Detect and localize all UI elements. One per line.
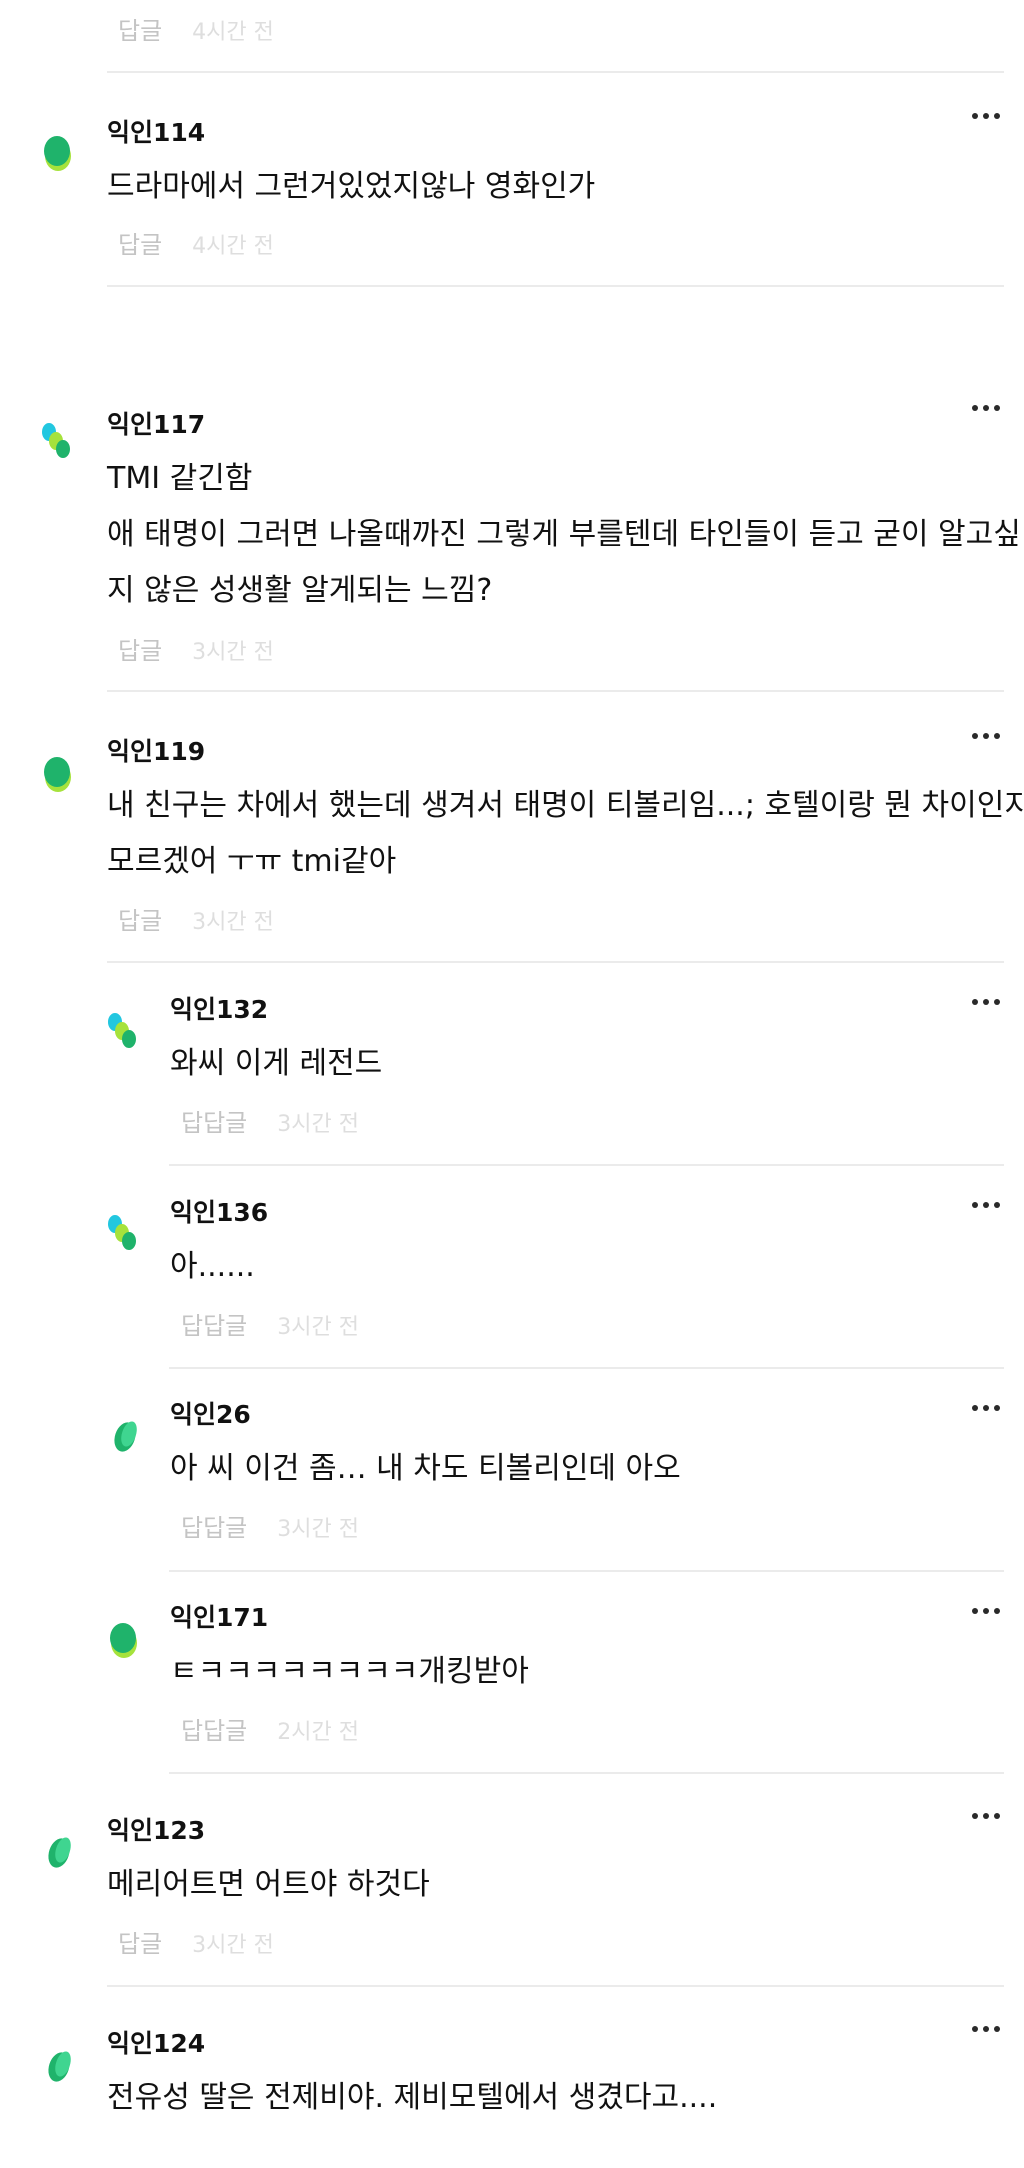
more-options-icon[interactable]: [972, 996, 1004, 1008]
divider: [169, 1164, 1004, 1166]
comment-author: 익인136: [170, 1198, 269, 1227]
reply-button[interactable]: 답답글: [181, 1312, 247, 1340]
multicolor-blob-avatar-icon: [108, 1215, 136, 1250]
more-options-icon[interactable]: [972, 1605, 1004, 1617]
timestamp: 3시간 전: [192, 640, 274, 665]
green-blob-avatar-icon: [114, 1421, 137, 1452]
more-options-icon[interactable]: [972, 402, 1004, 414]
comment-author: 익인117: [107, 410, 206, 439]
comment-meta: 답글 3시간 전: [118, 906, 274, 938]
multicolor-blob-avatar-icon: [108, 1013, 136, 1048]
reply-button[interactable]: 답글: [118, 907, 162, 935]
divider: [169, 1772, 1004, 1774]
comment-meta: 답글 3시간 전: [118, 636, 274, 668]
comment-author: 익인119: [107, 737, 206, 766]
divider: [107, 285, 1004, 287]
reply-button[interactable]: 답글: [118, 17, 162, 45]
timestamp: 3시간 전: [277, 1112, 359, 1137]
more-options-icon[interactable]: [972, 2023, 1004, 2035]
divider: [107, 1985, 1004, 1987]
divider: [107, 71, 1004, 73]
timestamp: 4시간 전: [192, 20, 274, 45]
timestamp: 3시간 전: [192, 1933, 274, 1958]
comment-text: 모르겠어 ㅜㅠ tmi같아: [107, 844, 397, 879]
divider: [107, 690, 1004, 692]
comment-author: 익인26: [170, 1400, 251, 1429]
comment-author: 익인132: [170, 995, 269, 1024]
comment-author: 익인171: [170, 1603, 269, 1632]
more-options-icon[interactable]: [972, 1402, 1004, 1414]
reply-button[interactable]: 답글: [118, 637, 162, 665]
green-blob-avatar-icon: [48, 1837, 71, 1868]
more-options-icon[interactable]: [972, 110, 1004, 122]
reply-button[interactable]: 답답글: [181, 1109, 247, 1137]
divider: [169, 1570, 1004, 1572]
green-blob-avatar-icon: [44, 136, 71, 171]
divider: [169, 1367, 1004, 1369]
comment-meta: 답글 4시간 전: [118, 16, 274, 48]
reply-button[interactable]: 답답글: [181, 1717, 247, 1745]
comment-text: 애 태명이 그러면 나올때까진 그렇게 부를텐데 타인들이 듣고 굳이 알고싶: [107, 517, 1021, 552]
timestamp: 3시간 전: [277, 1517, 359, 1542]
divider: [107, 961, 1004, 963]
reply-button[interactable]: 답글: [118, 231, 162, 259]
comment-text: TMI 같긴함: [107, 461, 253, 496]
multicolor-blob-avatar-icon: [42, 423, 70, 458]
comment-text: 아 씨 이건 좀… 내 차도 티볼리인데 아오: [170, 1451, 681, 1486]
comment-meta: 답글 4시간 전: [118, 230, 274, 262]
comment-text: 지 않은 성생활 알게되는 느낌?: [107, 573, 493, 608]
timestamp: 3시간 전: [277, 1315, 359, 1340]
comment-meta: 답글 3시간 전: [118, 1929, 274, 1961]
comment-meta: 답답글 3시간 전: [181, 1311, 359, 1343]
comment-meta: 답답글 3시간 전: [181, 1108, 359, 1140]
comment-author: 익인124: [107, 2029, 206, 2058]
green-blob-avatar-icon: [44, 757, 71, 792]
timestamp: 3시간 전: [192, 910, 274, 935]
green-blob-avatar-icon: [48, 2051, 71, 2082]
more-options-icon[interactable]: [972, 730, 1004, 742]
comment-text: 아......: [170, 1249, 255, 1284]
comment-meta: 답답글 2시간 전: [181, 1716, 359, 1748]
comment-text: ㅌㅋㅋㅋㅋㅋㅋㅋㅋ개킹받아: [170, 1654, 529, 1689]
comment-meta: 답답글 3시간 전: [181, 1513, 359, 1545]
comment-text: 드라마에서 그런거있었지않나 영화인가: [107, 169, 596, 204]
reply-button[interactable]: 답글: [118, 1930, 162, 1958]
comment-text: 와씨 이게 레전드: [170, 1046, 383, 1081]
comment-author: 익인123: [107, 1816, 206, 1845]
comment-feed: 답글 4시간 전 익인114 드라마에서 그런거있었지않나 영화인가 답글 4시간 …: [0, 0, 1024, 2168]
more-options-icon[interactable]: [972, 1199, 1004, 1211]
timestamp: 4시간 전: [192, 234, 274, 259]
timestamp: 2시간 전: [277, 1720, 359, 1745]
comment-text: 내 친구는 차에서 했는데 생겨서 태명이 티볼리임...; 호텔이랑 뭔 차이…: [107, 788, 1024, 823]
comment-author: 익인114: [107, 118, 206, 147]
comment-text: 전유성 딸은 전제비야. 제비모텔에서 생겼다고....: [107, 2080, 718, 2115]
reply-button[interactable]: 답답글: [181, 1514, 247, 1542]
more-options-icon[interactable]: [972, 1810, 1004, 1822]
comment-text: 메리어트면 어트야 하것다: [107, 1867, 430, 1902]
green-blob-avatar-icon: [110, 1623, 137, 1658]
